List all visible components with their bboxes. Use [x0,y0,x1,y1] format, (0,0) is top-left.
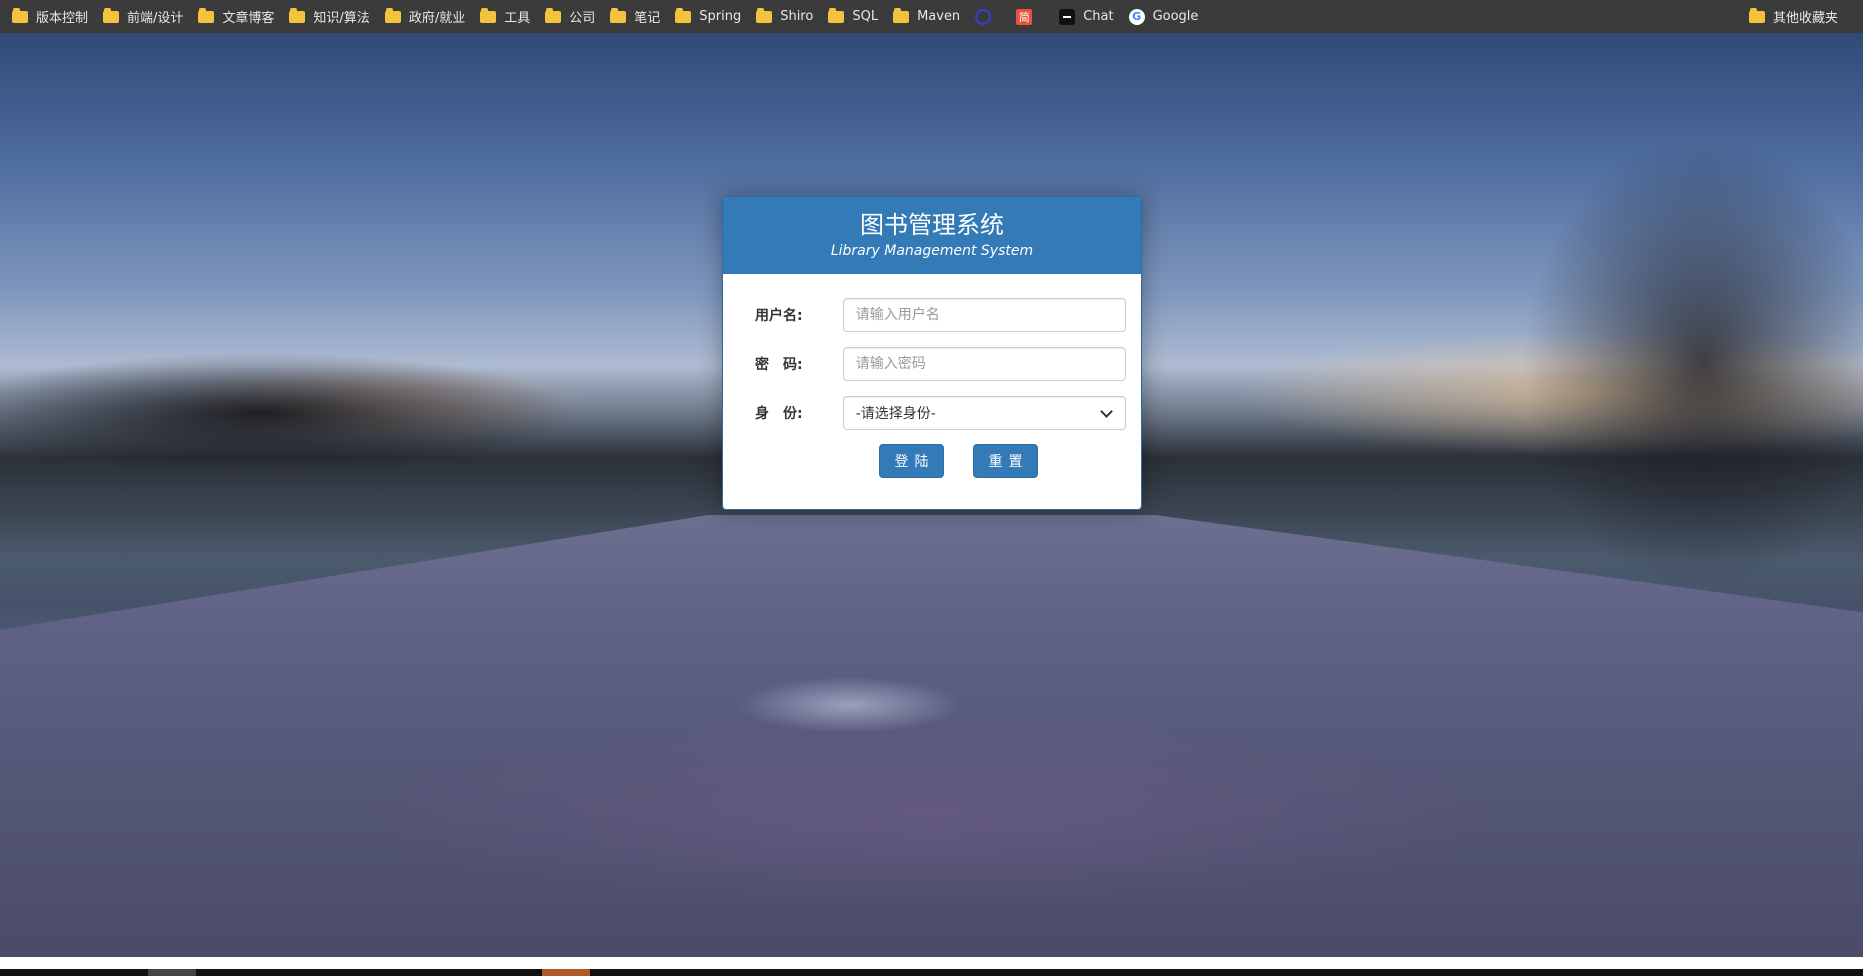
bookmark-label: Shiro [780,9,814,24]
bookmark-label: Google [1152,9,1199,24]
folder-icon [103,7,120,23]
bookmark-folder-algorithms[interactable]: 知识/算法 [289,0,370,33]
password-row: 密 码: [755,347,1126,381]
bookmark-label: 公司 [569,11,596,26]
globe-icon [975,8,992,25]
bookmark-label: 政府/就业 [408,11,466,26]
login-panel-header: 图书管理系统 Library Management System [723,197,1141,274]
background-trees-left [0,333,760,493]
bookmark-label: Spring [699,9,742,24]
bookmark-label: 笔记 [634,11,661,26]
bookmarks-bar: 版本控制 前端/设计 文章博客 知识/算法 政府/就业 工具 公司 笔记 Spr… [0,0,1863,33]
bookmark-chat-link[interactable]: Chat [1059,0,1114,33]
page-title: 图书管理系统 [860,211,1004,239]
login-panel: 图书管理系统 Library Management System 用户名: 密 … [722,196,1142,510]
folder-icon [756,7,773,23]
bookmark-google-link[interactable]: G Google [1128,0,1199,33]
password-label: 密 码: [755,357,803,373]
folder-icon [610,7,627,23]
role-select-value: -请选择身份- [855,406,936,422]
role-label: 身 份: [755,406,803,422]
folder-icon [828,7,845,23]
page-subtitle: Library Management System [830,243,1034,259]
username-input[interactable] [842,298,1126,332]
bookmark-folder-other[interactable]: 其他收藏夹 [1748,0,1838,33]
bookmark-label: 工具 [504,11,531,26]
bookmark-label: 文章博客 [222,11,275,26]
reset-button[interactable]: 重置 [973,444,1038,478]
login-button[interactable]: 登陆 [879,444,944,478]
folder-icon [675,7,692,23]
folder-icon [893,7,910,23]
bookmark-label: Chat [1083,9,1114,24]
password-input[interactable] [842,347,1126,381]
bookmark-folder-tools[interactable]: 工具 [480,0,530,33]
bookmark-globe-link[interactable] [975,0,1001,33]
folder-icon [384,7,401,23]
role-select[interactable]: -请选择身份- [842,396,1126,430]
bookmark-folder-notes[interactable]: 笔记 [610,0,660,33]
role-row: 身 份: -请选择身份- [755,396,1126,430]
folder-icon [12,7,28,23]
bookmark-folder-company[interactable]: 公司 [545,0,595,33]
google-icon: G [1128,8,1145,25]
bookmark-jian-link[interactable]: 简 [1016,0,1044,33]
chevron-down-icon [1100,404,1113,418]
bookmark-folder-frontend[interactable]: 前端/设计 [103,0,183,33]
bookmark-label: 前端/设计 [127,11,184,26]
username-label: 用户名: [755,308,803,324]
login-form: 用户名: 密 码: 身 份: -请选择身份- 登陆 重置 [723,274,1141,478]
bookmark-label: 版本控制 [36,11,89,26]
folder-icon [1748,7,1765,23]
jian-icon: 简 [1016,8,1033,25]
folder-icon [198,7,215,23]
bookmark-folder-maven[interactable]: Maven [893,0,960,33]
bookmark-folder-government[interactable]: 政府/就业 [384,0,466,33]
background-trees-right [1443,103,1863,623]
bookmark-label: 其他收藏夹 [1772,11,1838,26]
bookmark-folder-sql[interactable]: SQL [828,0,878,33]
bookmark-folder-articles[interactable]: 文章博客 [198,0,274,33]
bookmark-label: 知识/算法 [313,11,370,26]
taskbar-strip [0,969,1863,976]
bookmark-folder-version-control[interactable]: 版本控制 [12,0,88,33]
chat-icon [1059,8,1076,25]
bookmark-folder-spring[interactable]: Spring [675,0,741,33]
form-buttons: 登陆 重置 [755,444,1126,478]
taskbar-segment [542,969,590,976]
folder-icon [289,7,306,23]
folder-icon [545,7,562,23]
username-row: 用户名: [755,298,1126,332]
page-bottom-strip [0,957,1863,969]
taskbar-segment [148,969,196,976]
bookmark-folder-shiro[interactable]: Shiro [756,0,813,33]
bookmark-label: SQL [852,9,879,24]
bookmark-label: Maven [917,9,961,24]
folder-icon [480,7,497,23]
